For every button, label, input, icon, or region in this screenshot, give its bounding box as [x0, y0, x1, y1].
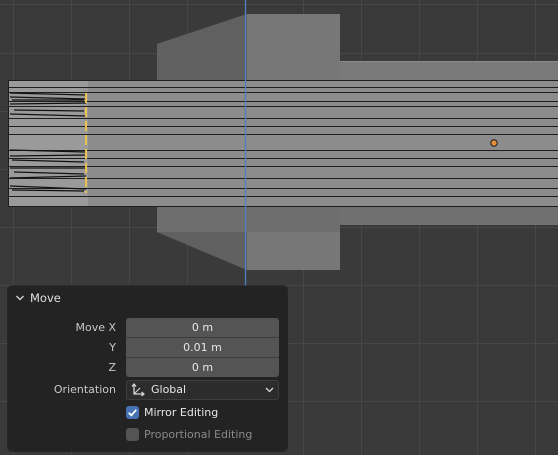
orientation-label: Orientation	[53, 383, 116, 396]
object-origin[interactable]	[490, 139, 498, 147]
z-label: Z	[108, 361, 116, 374]
y-label: Y	[109, 341, 116, 354]
chevron-down-icon	[265, 387, 274, 393]
transform-orientation-icon	[131, 383, 145, 397]
edit-mesh[interactable]	[8, 80, 558, 207]
mirror-editing-option[interactable]: Mirror Editing	[126, 404, 218, 420]
proportional-editing-option[interactable]: Proportional Editing	[126, 426, 252, 442]
mirror-editing-label: Mirror Editing	[144, 405, 219, 419]
proportional-editing-checkbox[interactable]	[126, 427, 139, 441]
panel-header[interactable]: Move	[8, 286, 287, 310]
move-z-field[interactable]: 0 m	[126, 358, 279, 377]
orientation-dropdown[interactable]: Global	[126, 380, 279, 400]
panel-title: Move	[30, 291, 61, 305]
move-x-label: Move X	[75, 321, 116, 334]
adjust-last-operation-panel: Move Move X 0 m Y 0.01 m Z 0 m Orientati…	[8, 286, 287, 451]
chevron-down-icon[interactable]	[15, 293, 25, 303]
move-y-field[interactable]: 0.01 m	[126, 338, 279, 357]
proportional-editing-label: Proportional Editing	[144, 427, 253, 441]
checkmark-icon	[128, 408, 137, 417]
move-x-field[interactable]: 0 m	[126, 318, 279, 337]
mirror-editing-checkbox[interactable]	[126, 405, 139, 419]
orientation-value: Global	[151, 383, 187, 396]
